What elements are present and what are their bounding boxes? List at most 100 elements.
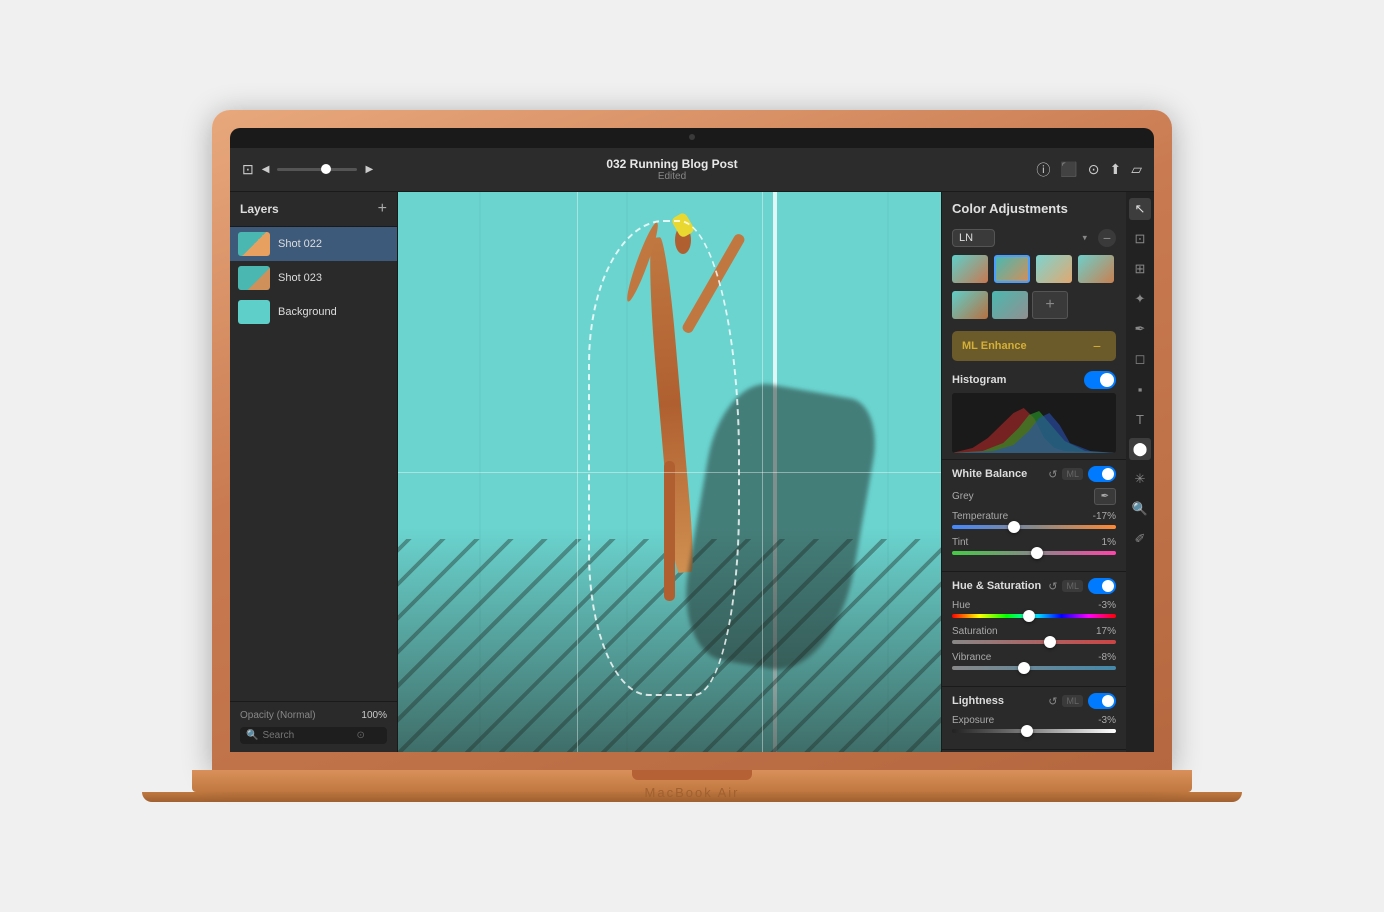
layer-item-shot022[interactable]: Shot 022 [230, 227, 397, 261]
temperature-slider[interactable] [952, 525, 1116, 529]
add-layer-button[interactable]: + [378, 200, 387, 218]
tool-crop[interactable]: ⊞ [1129, 258, 1151, 280]
toolbar: ⊡ ◀ ▶ 032 Running Blog Post Edited ⓘ ⬛ [230, 148, 1154, 192]
right-panel: Color Adjustments LN ▾ − [941, 192, 1126, 752]
tint-header: Tint 1% [952, 537, 1116, 548]
ln-chevron-icon: ▾ [1082, 232, 1087, 243]
info-icon[interactable]: ⓘ [1036, 160, 1050, 180]
histogram-label: Histogram [952, 374, 1006, 386]
layer-name-shot023: Shot 023 [278, 272, 322, 284]
toolbar-arrow-right[interactable]: ▶ [365, 164, 373, 175]
tool-brush[interactable]: ✦ [1129, 288, 1151, 310]
hs-reset-icon[interactable]: ↺ [1048, 580, 1057, 593]
tool-zoom[interactable]: 🔍 [1129, 498, 1151, 520]
lightness-ml-badge: ML [1062, 695, 1083, 707]
tool-pen[interactable]: ✒ [1129, 318, 1151, 340]
toolbar-arrow-left[interactable]: ◀ [262, 164, 270, 175]
tool-color-picker[interactable]: ✐ [1129, 528, 1151, 550]
macbook-container: ⊡ ◀ ▶ 032 Running Blog Post Edited ⓘ ⬛ [142, 110, 1242, 802]
preset-thumb-5[interactable] [952, 291, 988, 319]
search-row: 🔍 ⊙ [240, 727, 387, 744]
ml-enhance-label: ML Enhance [962, 340, 1027, 352]
view-icon[interactable]: ▱ [1131, 161, 1142, 178]
hue-value: -3% [1098, 600, 1116, 611]
tool-strip: ↖ ⊡ ⊞ ✦ ✒ ◻ ▪ T ⬤ ✳ 🔍 ✐ [1126, 192, 1154, 752]
hue-row: Hue -3% [952, 600, 1116, 618]
saturation-slider[interactable] [952, 640, 1116, 644]
hs-toggle[interactable] [1088, 578, 1116, 594]
layer-item-background[interactable]: Background [230, 295, 397, 329]
hue-header: Hue -3% [952, 600, 1116, 611]
tool-text[interactable]: T [1129, 408, 1151, 430]
toolbar-right: ⓘ ⬛ ⊙ ⬆ ▱ [942, 160, 1142, 180]
upload-icon[interactable]: ⬆ [1109, 161, 1121, 178]
tool-adjustments[interactable]: ⬤ [1129, 438, 1151, 460]
preset-thumb-6[interactable] [992, 291, 1028, 319]
opacity-value: 100% [361, 710, 387, 721]
grid-line-v2 [762, 192, 763, 752]
vibrance-header: Vibrance -8% [952, 652, 1116, 663]
tint-slider[interactable] [952, 551, 1116, 555]
exposure-value: -3% [1098, 715, 1116, 726]
color-adjustments-title: Color Adjustments [952, 201, 1068, 216]
layer-item-shot023[interactable]: Shot 023 [230, 261, 397, 295]
tool-shapes[interactable]: ▪ [1129, 378, 1151, 400]
lightness-section: Lightness ↺ ML [942, 687, 1126, 750]
add-preset-button[interactable]: + [1032, 291, 1068, 319]
zoom-slider[interactable] [277, 168, 357, 171]
lightness-toggle[interactable] [1088, 693, 1116, 709]
preset-thumb-3[interactable] [1036, 255, 1072, 283]
lightness-header: Lightness ↺ ML [952, 693, 1116, 709]
tool-select[interactable]: ↖ [1129, 198, 1151, 220]
share-icon[interactable]: ⊙ [1088, 161, 1100, 178]
lightness-reset-icon[interactable]: ↺ [1048, 695, 1057, 708]
presets-grid [942, 251, 1126, 287]
toggle-knob [1100, 373, 1114, 387]
ml-enhance-button[interactable]: ML Enhance − [952, 331, 1116, 361]
hue-slider[interactable] [952, 614, 1116, 618]
macbook-foot: MacBook Air [142, 792, 1242, 802]
vibrance-slider[interactable] [952, 666, 1116, 670]
bottom-buttons: ⊟ Reset − [942, 750, 1126, 752]
saturation-label: Saturation [952, 626, 998, 637]
ln-select-wrap: LN ▾ [952, 228, 1092, 247]
ml-enhance-minus[interactable]: − [1088, 337, 1106, 355]
exposure-slider[interactable] [952, 729, 1116, 733]
wb-reset-icon[interactable]: ↺ [1048, 468, 1057, 481]
opacity-label: Opacity (Normal) [240, 710, 316, 721]
track-background [398, 192, 941, 752]
eyedropper-button[interactable]: ✒ [1094, 488, 1116, 505]
ln-minus-button[interactable]: − [1098, 229, 1116, 247]
tool-view[interactable]: ⊡ [1129, 228, 1151, 250]
layers-toggle-icon[interactable]: ⊡ [242, 161, 254, 178]
hue-saturation-title: Hue & Saturation [952, 580, 1041, 592]
canvas-area [398, 192, 941, 752]
preset-thumb-2[interactable] [994, 255, 1030, 283]
grid-line-h1 [398, 472, 941, 473]
histogram-toggle[interactable] [1084, 371, 1116, 389]
wb-toggle[interactable] [1088, 466, 1116, 482]
white-balance-section: White Balance ↺ ML Grey [942, 460, 1126, 572]
hs-toggle-knob [1102, 580, 1114, 592]
tool-eraser[interactable]: ◻ [1129, 348, 1151, 370]
lightness-title: Lightness [952, 695, 1004, 707]
temperature-value: -17% [1093, 511, 1116, 522]
temperature-header: Temperature -17% [952, 511, 1116, 522]
white-balance-header: White Balance ↺ ML [952, 466, 1116, 482]
ln-select[interactable]: LN [952, 229, 995, 247]
preset-thumb-1[interactable] [952, 255, 988, 283]
vibrance-row: Vibrance -8% [952, 652, 1116, 670]
histogram-chart [952, 393, 1116, 453]
layer-name-background: Background [278, 306, 337, 318]
layers-header: Layers + [230, 192, 397, 227]
macbook-brand-label: MacBook Air [645, 785, 740, 800]
tool-effects[interactable]: ✳ [1129, 468, 1151, 490]
export-icon[interactable]: ⬛ [1060, 161, 1077, 178]
grid-line-v1 [577, 192, 578, 752]
preset-thumb-4[interactable] [1078, 255, 1114, 283]
hue-saturation-controls: ↺ ML [1048, 578, 1116, 594]
search-input[interactable] [262, 730, 352, 741]
saturation-row: Saturation 17% [952, 626, 1116, 644]
document-subtitle: Edited [658, 171, 686, 182]
layer-thumb-shot022 [238, 232, 270, 256]
